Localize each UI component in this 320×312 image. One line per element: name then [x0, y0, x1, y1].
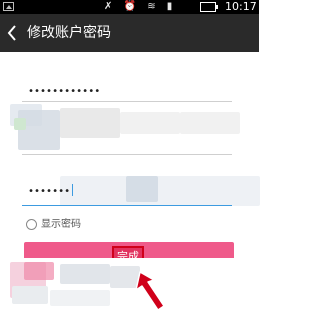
status-icons: ✗ ⏰ ≋ ▮: [104, 1, 177, 12]
status-bar: ✗ ⏰ ≋ ▮ 10:17: [0, 0, 259, 14]
blurred-content: [24, 262, 54, 280]
show-password-label[interactable]: 显示密码: [41, 218, 81, 231]
blurred-content: [180, 112, 240, 134]
blurred-content: [14, 118, 26, 130]
blurred-content: [60, 108, 120, 138]
title-bar: 修改账户密码: [0, 14, 259, 52]
show-password-radio[interactable]: [26, 219, 37, 230]
status-time: 10:17: [225, 0, 257, 13]
page-title: 修改账户密码: [27, 25, 111, 41]
new-password-input[interactable]: •••••••: [28, 186, 70, 197]
current-password-underline: [22, 101, 232, 102]
blurred-content: [18, 110, 60, 150]
blurred-content: [120, 112, 180, 134]
blurred-content: [126, 176, 158, 202]
text-cursor: [72, 184, 73, 196]
blurred-content: [60, 176, 260, 206]
blurred-content: [12, 286, 48, 304]
current-password-input[interactable]: ••••••••••••: [28, 86, 100, 97]
blurred-content: [50, 290, 110, 306]
blurred-content: [60, 264, 110, 284]
image-icon: [3, 2, 14, 11]
back-arrow-icon[interactable]: [6, 24, 18, 42]
new-password-underline: [22, 205, 232, 206]
battery-icon: [200, 2, 218, 12]
field-underline: [22, 154, 232, 155]
annotation-arrow-icon: [135, 271, 165, 311]
